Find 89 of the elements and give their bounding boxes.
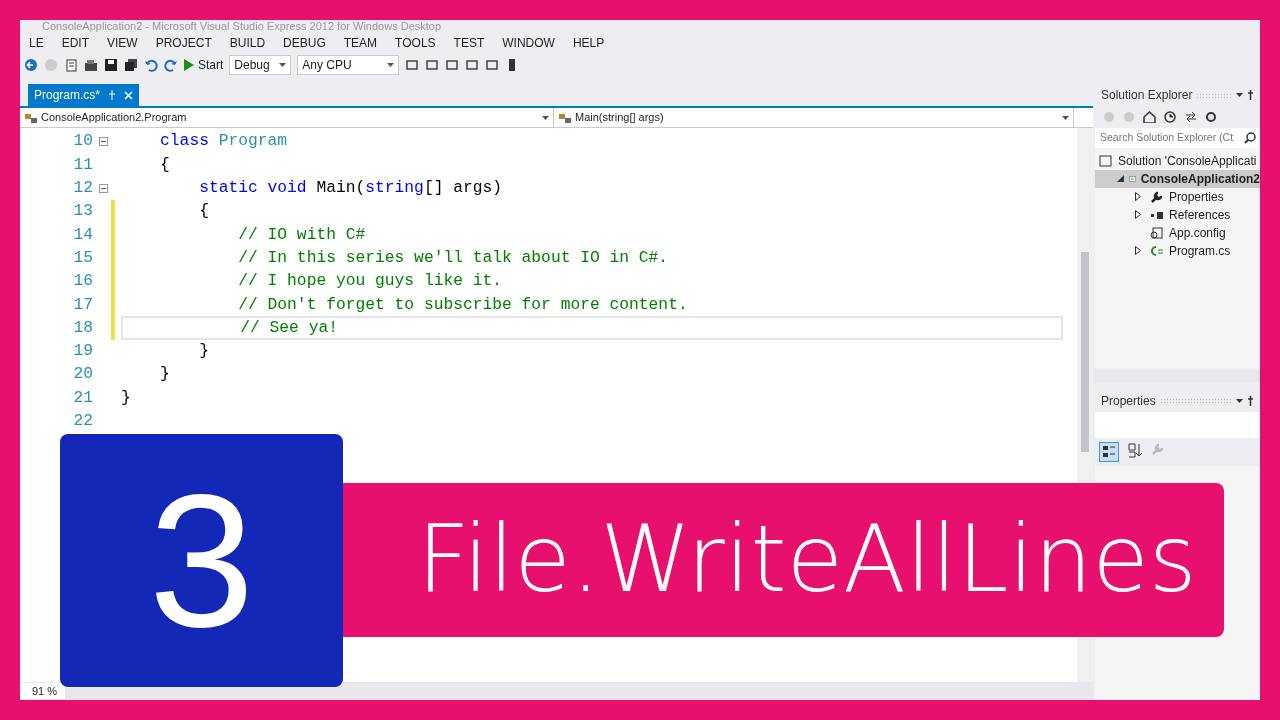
line-number: 13 — [72, 200, 94, 223]
episode-number: 3 — [60, 434, 343, 687]
caret-icon — [279, 63, 287, 67]
tree-item[interactable]: Properties — [1095, 187, 1260, 206]
horizontal-scrollbar[interactable] — [1095, 369, 1260, 382]
tree-item[interactable]: App.config — [1095, 223, 1260, 242]
caret-icon — [1062, 115, 1069, 120]
save-all-icon[interactable] — [124, 58, 138, 72]
close-icon — [124, 90, 134, 100]
dropdown-icon[interactable] — [1236, 398, 1243, 403]
member-dropdown[interactable]: Main(string[] args) — [554, 108, 1074, 127]
scrollbar-thumb[interactable] — [1081, 252, 1089, 452]
code-line: { — [198, 200, 209, 223]
code-line: } — [121, 386, 131, 409]
search-icon — [1244, 131, 1256, 144]
code-line: } — [198, 340, 209, 363]
play-icon — [184, 59, 194, 71]
line-number: 12 — [72, 177, 94, 200]
open-icon[interactable] — [84, 58, 98, 72]
alphabetical-icon[interactable] — [1127, 441, 1143, 458]
menu-item[interactable]: DEBUG — [274, 34, 335, 52]
code-line: // In this series we'll talk about IO in C#. — [237, 246, 669, 269]
class-icon — [24, 111, 38, 124]
type-dropdown[interactable]: ConsoleApplication2.Program — [20, 108, 554, 127]
line-number: 22 — [72, 410, 94, 432]
menu-item[interactable]: VIEW — [98, 34, 147, 52]
menu-item[interactable]: PROJECT — [146, 34, 221, 52]
search-field[interactable]: Search Solution Explorer (Ct — [1095, 128, 1260, 148]
categorized-icon[interactable] — [1099, 441, 1119, 462]
dropdown-icon[interactable] — [1236, 93, 1243, 97]
new-project-icon[interactable] — [64, 58, 78, 72]
line-number: 16 — [72, 270, 94, 293]
menu-item[interactable]: TEAM — [334, 34, 387, 52]
caret-icon — [387, 63, 395, 67]
back-icon[interactable] — [24, 58, 38, 72]
episode-title: File.WriteAllLines — [343, 483, 1224, 637]
menu-item[interactable]: TOOLS — [386, 34, 445, 52]
home-icon[interactable] — [1143, 111, 1156, 123]
menu-item[interactable]: LE — [20, 34, 53, 52]
platform-dropdown[interactable]: Any CPU — [297, 55, 400, 75]
configuration-dropdown[interactable]: Debug — [229, 55, 292, 75]
line-number: 10 — [72, 130, 94, 153]
code-line: // IO with C# — [237, 223, 366, 246]
line-number: 15 — [72, 246, 94, 269]
caret-icon — [542, 115, 549, 120]
redo-icon[interactable] — [164, 58, 178, 72]
pin-icon[interactable] — [1247, 90, 1254, 100]
code-line: static void Main(string[] args) — [198, 177, 503, 200]
line-number: 21 — [72, 386, 94, 409]
code-line: class Program — [159, 130, 288, 153]
panel-title: Solution Explorer — [1101, 87, 1193, 104]
pin-icon[interactable] — [1247, 395, 1254, 406]
sync-icon[interactable] — [1185, 111, 1197, 123]
start-button[interactable]: Start — [184, 56, 224, 74]
window-title: ConsoleApplication2 - Microsoft Visual Studio Express 2012 for Windows Desktop — [42, 20, 442, 32]
line-number: 20 — [72, 363, 94, 386]
code-line: // See ya! — [239, 316, 338, 339]
solution-icon — [1099, 154, 1113, 167]
tree-item[interactable]: Solution 'ConsoleApplicati — [1095, 151, 1260, 170]
tree-item[interactable]: Program.cs — [1095, 241, 1260, 260]
code-line: } — [159, 363, 170, 386]
line-number: 18 — [72, 316, 94, 339]
tree-item[interactable]: ConsoleApplication2 — [1095, 169, 1260, 188]
collapse-icon[interactable] — [98, 183, 108, 193]
code-line: // Don't forget to subscribe for more content. — [237, 293, 688, 316]
line-number: 14 — [72, 223, 94, 246]
line-number: 19 — [72, 340, 94, 363]
menu-item[interactable]: BUILD — [220, 34, 275, 52]
collapse-icon[interactable] — [98, 137, 108, 147]
editor-tab[interactable]: Program.cs* — [28, 84, 140, 106]
method-icon — [558, 111, 572, 124]
save-icon[interactable] — [104, 58, 118, 72]
config-file-icon — [1150, 226, 1164, 239]
zoom-level[interactable]: 91 % — [20, 682, 66, 700]
menu-item[interactable]: WINDOW — [493, 34, 564, 52]
line-number: 11 — [72, 153, 94, 176]
undo-icon[interactable] — [144, 58, 158, 72]
menu-item[interactable]: TEST — [444, 34, 494, 52]
panel-title: Properties — [1101, 392, 1156, 410]
csharp-file-icon — [1150, 244, 1164, 257]
history-icon[interactable] — [1164, 111, 1177, 123]
pin-icon — [108, 90, 117, 100]
line-number: 17 — [72, 293, 94, 316]
code-line: { — [159, 153, 170, 176]
menu-item[interactable]: EDIT — [52, 34, 99, 52]
wrench-icon — [1150, 190, 1164, 203]
menu-item[interactable]: HELP — [563, 34, 614, 52]
tree-item[interactable]: References — [1095, 205, 1260, 224]
code-line: // I hope you guys like it. — [237, 270, 503, 293]
